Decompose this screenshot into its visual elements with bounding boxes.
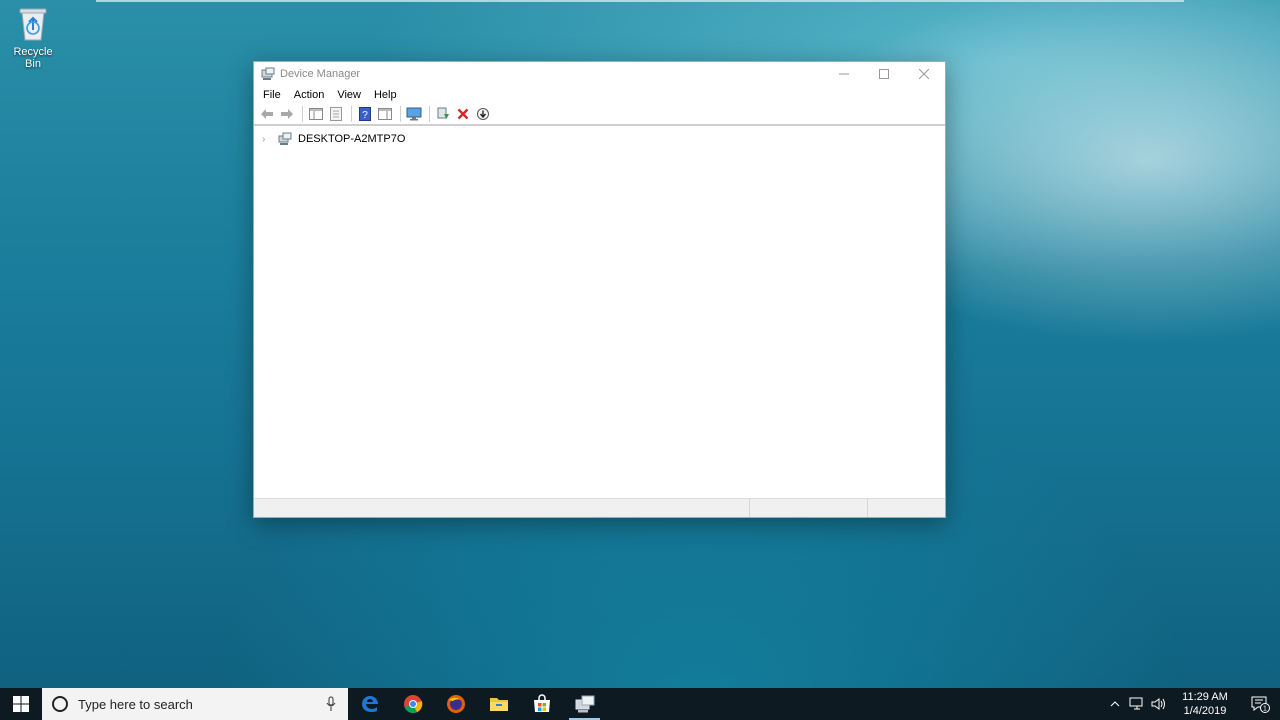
menu-view[interactable]: View — [332, 89, 366, 101]
network-icon — [1129, 697, 1143, 710]
device-manager-icon — [575, 695, 594, 713]
toolbar-separator — [400, 106, 401, 122]
chevron-up-icon — [1110, 701, 1120, 707]
toolbar-separator — [351, 106, 352, 122]
volume-button[interactable] — [1148, 688, 1170, 720]
taskbar-store[interactable] — [520, 688, 563, 720]
cortana-icon — [52, 696, 68, 712]
monitor-icon — [406, 107, 422, 121]
show-hide-console-tree-icon — [309, 108, 323, 120]
scan-hardware-button[interactable] — [474, 105, 492, 123]
computer-icon — [278, 132, 292, 145]
status-cell-main — [254, 499, 750, 517]
taskbar-clock[interactable]: 11:29 AM 1/4/2019 — [1170, 690, 1240, 718]
maximize-button[interactable] — [864, 62, 904, 86]
uninstall-icon — [457, 108, 469, 120]
menu-action[interactable]: Action — [289, 89, 330, 101]
tree-root-computer[interactable]: › DESKTOP-A2MTP7O — [262, 132, 405, 146]
minimize-icon — [839, 73, 849, 75]
properties-button[interactable] — [327, 105, 345, 123]
taskbar-firefox[interactable] — [434, 688, 477, 720]
chrome-icon — [403, 695, 422, 714]
taskbar-edge[interactable] — [348, 688, 391, 720]
device-tree: › DESKTOP-A2MTP7O — [254, 128, 945, 498]
taskbar: Type here to search 11:29 AM 1/4/2019 1 — [0, 688, 1280, 720]
file-explorer-icon — [489, 698, 508, 711]
system-tray: 11:29 AM 1/4/2019 1 — [1104, 688, 1280, 720]
notification-count: 1 — [1263, 706, 1267, 713]
status-bar — [254, 498, 945, 517]
taskbar-device-manager[interactable] — [563, 688, 606, 720]
menu-file[interactable]: File — [258, 89, 286, 101]
close-icon — [919, 69, 929, 79]
help-button[interactable]: ? — [356, 105, 374, 123]
clock-time: 11:29 AM — [1182, 691, 1228, 703]
update-driver-button[interactable] — [434, 105, 452, 123]
status-cell-2 — [750, 499, 868, 517]
recycle-bin-label: Recycle Bin — [13, 46, 53, 70]
desktop-edge-line — [96, 0, 1184, 2]
volume-icon — [1151, 698, 1165, 710]
forward-icon — [281, 109, 293, 119]
scan-hardware-icon — [477, 108, 489, 120]
action-pane-button[interactable] — [376, 105, 394, 123]
menu-bar: File Action View Help — [254, 86, 945, 104]
tray-overflow-button[interactable] — [1104, 688, 1126, 720]
action-center-button[interactable]: 1 — [1240, 688, 1280, 720]
expand-chevron-icon[interactable]: › — [262, 134, 272, 145]
back-button[interactable] — [258, 105, 276, 123]
store-icon — [533, 694, 550, 712]
device-manager-window: Device Manager File Action View Help ? ›… — [253, 61, 946, 518]
notifications-icon: 1 — [1251, 696, 1270, 713]
search-placeholder: Type here to search — [78, 696, 193, 712]
help-icon: ? — [359, 107, 371, 121]
menu-help[interactable]: Help — [369, 89, 402, 101]
computer-name: DESKTOP-A2MTP7O — [298, 133, 406, 145]
update-driver-icon — [437, 107, 449, 119]
maximize-icon — [879, 69, 889, 79]
recycle-bin-icon — [16, 6, 50, 42]
recycle-bin-shortcut[interactable]: Recycle Bin — [4, 6, 62, 70]
close-button[interactable] — [904, 62, 944, 86]
taskbar-file-explorer[interactable] — [477, 688, 520, 720]
svg-text:?: ? — [362, 110, 368, 121]
clock-date: 1/4/2019 — [1183, 705, 1227, 717]
uninstall-button[interactable] — [454, 105, 472, 123]
toolbar-separator — [429, 106, 430, 122]
toolbar: ? — [254, 104, 945, 126]
device-manager-app-icon — [261, 67, 275, 80]
forward-button[interactable] — [278, 105, 296, 123]
properties-icon — [330, 107, 342, 121]
back-icon — [261, 109, 273, 119]
taskbar-chrome[interactable] — [391, 688, 434, 720]
firefox-icon — [446, 695, 465, 713]
network-button[interactable] — [1126, 688, 1148, 720]
window-title: Device Manager — [280, 68, 361, 80]
toolbar-separator — [302, 106, 303, 122]
edge-icon — [361, 696, 378, 712]
taskbar-search-box[interactable]: Type here to search — [42, 688, 348, 720]
monitor-button[interactable] — [405, 105, 423, 123]
start-button[interactable] — [0, 688, 42, 720]
windows-logo-icon — [13, 696, 29, 712]
minimize-button[interactable] — [824, 62, 864, 86]
status-cell-3 — [868, 499, 945, 517]
action-pane-icon — [378, 108, 392, 120]
title-bar[interactable]: Device Manager — [254, 62, 945, 86]
microphone-icon[interactable] — [326, 696, 336, 712]
show-hide-console-tree-button[interactable] — [307, 105, 325, 123]
